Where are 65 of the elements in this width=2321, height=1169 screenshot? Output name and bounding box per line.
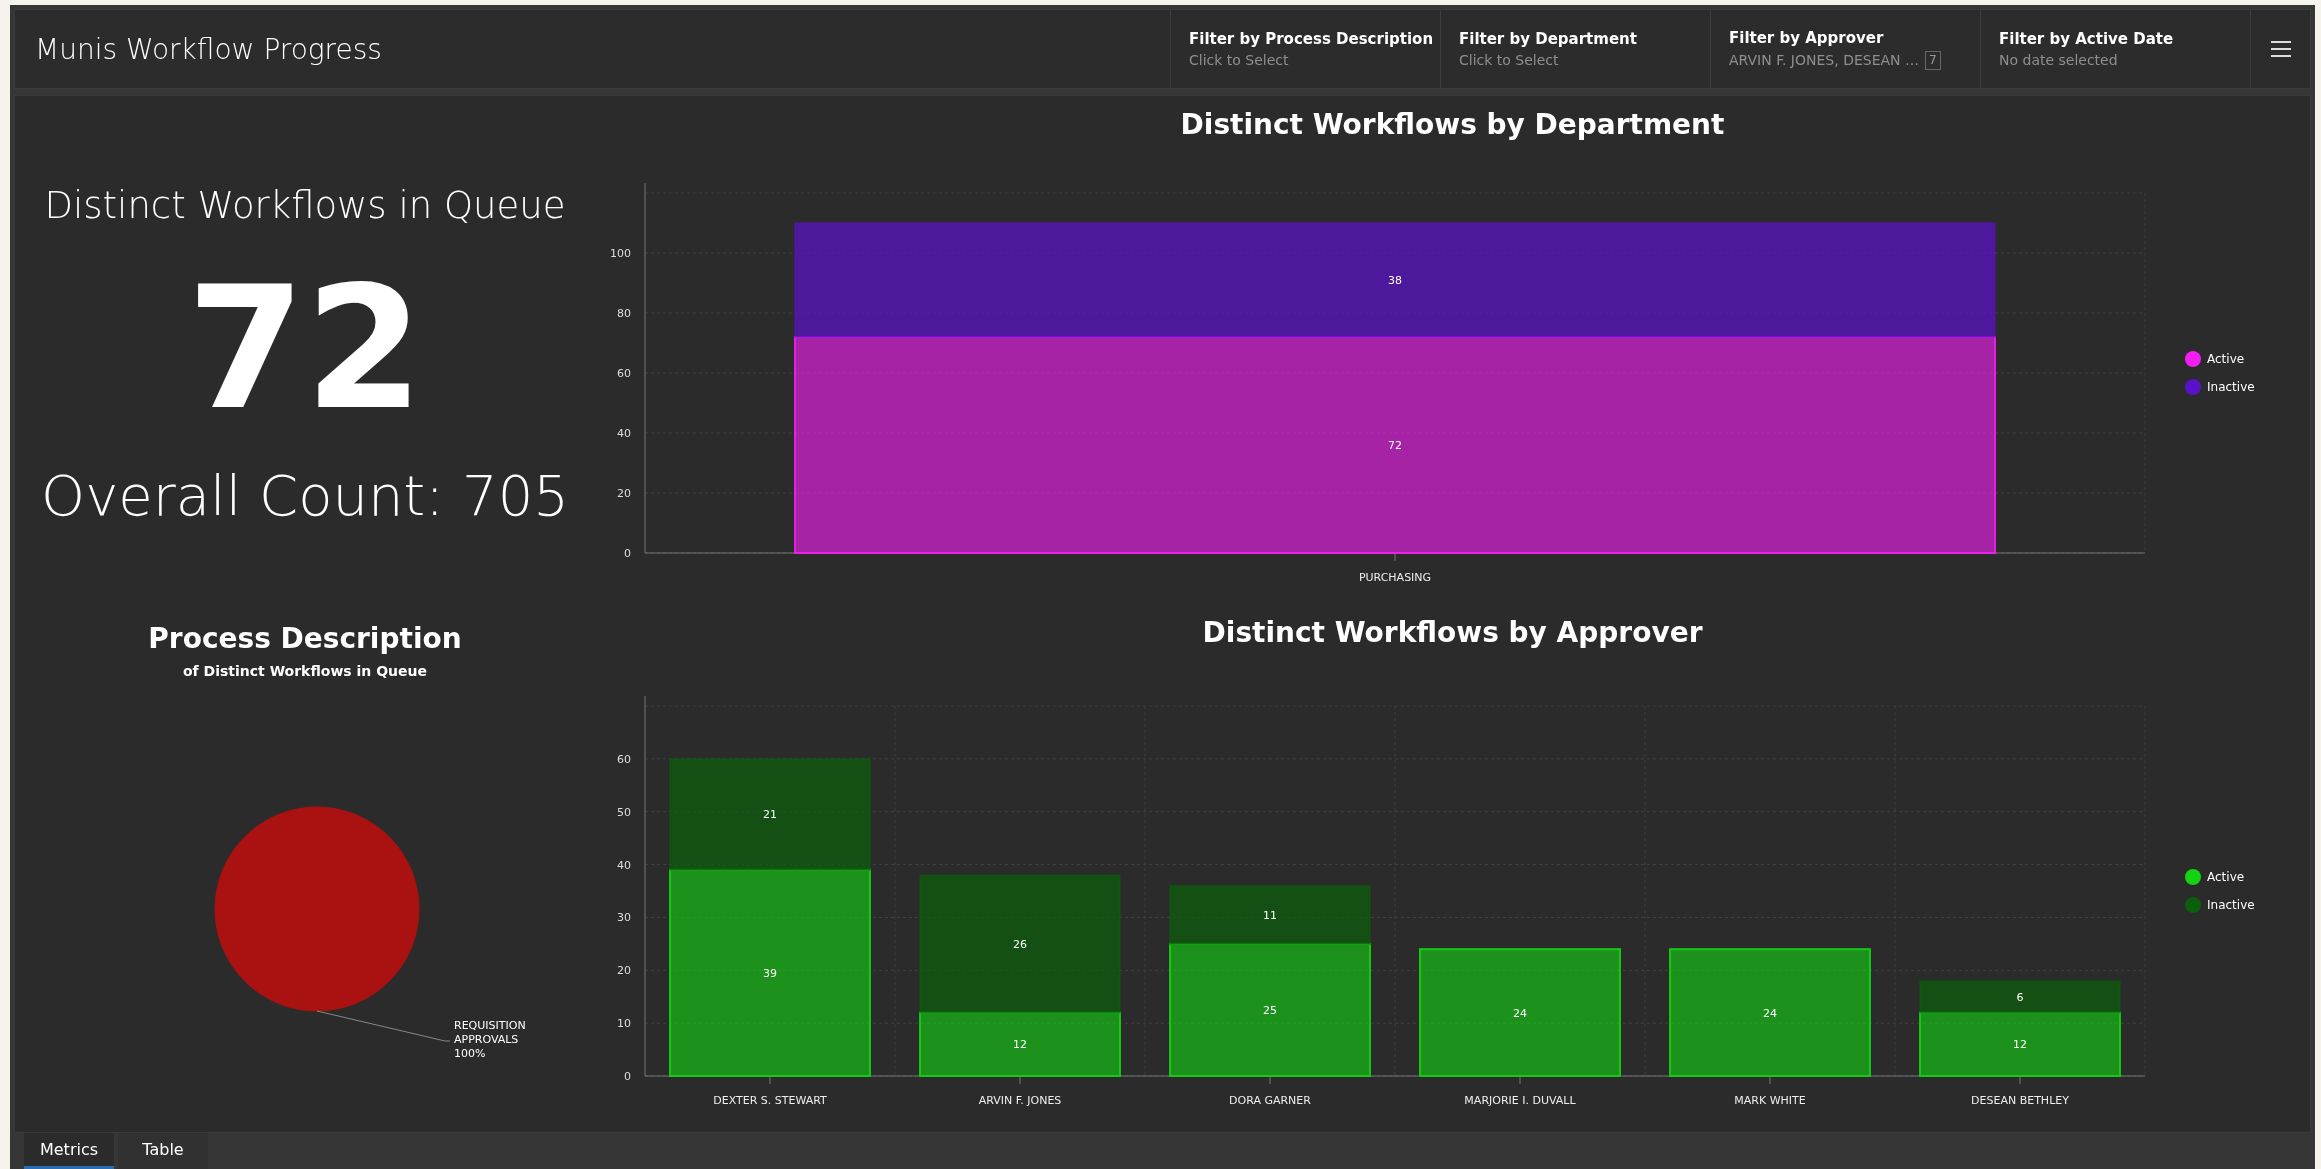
bar-segment[interactable] <box>1669 947 1871 1077</box>
slice-label: REQUISITION APPROVALS 100% <box>454 1019 526 1060</box>
data-label: 26 <box>1013 937 1027 951</box>
axis-tick-label: 60 <box>617 366 631 380</box>
axis-tick-label: 100 <box>610 246 631 260</box>
app-title: Munis Workflow Progress <box>35 32 382 66</box>
axis-tick-label: 0 <box>624 546 631 560</box>
chart-title: Process Description <box>148 622 462 655</box>
category-label: MARJORIE I. DUVALL <box>1464 1093 1576 1107</box>
chart-subtitle: of Distinct Workflows in Queue <box>182 663 427 679</box>
pie-slice[interactable] <box>214 806 420 1012</box>
data-label: 24 <box>1513 1006 1527 1020</box>
filter-label: Filter by Department <box>1459 30 1637 48</box>
legend-label: Inactive <box>2207 897 2255 912</box>
bar-segment[interactable] <box>1169 942 1371 1077</box>
metric-title: Distinct Workflows in Queue <box>44 184 566 227</box>
bar-segment[interactable] <box>669 868 871 1077</box>
axis-tick-label: 10 <box>617 1016 631 1030</box>
filter-label: Filter by Process Description <box>1189 30 1434 48</box>
data-label: 11 <box>1263 908 1277 922</box>
category-label: MARK WHITE <box>1734 1093 1806 1107</box>
axis-tick-label: 20 <box>617 963 631 977</box>
data-label: 12 <box>1013 1037 1027 1051</box>
category-label: DORA GARNER <box>1229 1093 1311 1107</box>
bar-segment[interactable] <box>1419 947 1621 1077</box>
legend-label: Active <box>2207 351 2245 366</box>
axis-tick-label: 20 <box>617 486 631 500</box>
chart-title: Distinct Workflows by Department <box>1180 108 1725 141</box>
data-label: 12 <box>2013 1037 2027 1051</box>
overall-count: Overall Count: 705 <box>41 463 569 528</box>
tab[interactable]: Table <box>118 1133 208 1169</box>
metric-value: 72 <box>186 263 424 433</box>
data-label: 39 <box>763 966 777 980</box>
filter-value: Click to Select <box>1459 52 1559 68</box>
axis-tick-label: 80 <box>617 306 631 320</box>
category-label: ARVIN F. JONES <box>978 1093 1062 1107</box>
axis-tick-label: 50 <box>617 805 631 819</box>
data-label: 21 <box>763 807 777 821</box>
axis-tick-label: 30 <box>617 910 631 924</box>
data-label: 6 <box>2016 990 2024 1004</box>
chart-title: Distinct Workflows by Approver <box>1202 616 1703 649</box>
axis-tick-label: 0 <box>624 1069 631 1083</box>
data-label: 25 <box>1263 1003 1277 1017</box>
filter-value: ARVIN F. JONES, DESEAN … <box>1729 52 1919 68</box>
data-label: 38 <box>1388 273 1402 287</box>
legend-label: Active <box>2207 869 2245 884</box>
bar-segment[interactable] <box>1919 1011 2121 1077</box>
bar-segment[interactable] <box>1169 884 1371 945</box>
category-label: DESEAN BETHLEY <box>1971 1093 2069 1107</box>
legend-label: Inactive <box>2207 379 2255 394</box>
axis-tick-label: 40 <box>617 858 631 872</box>
bar-segment[interactable] <box>919 1011 1121 1077</box>
bar-segment[interactable] <box>1919 979 2121 1014</box>
axis-tick-label: 40 <box>617 426 631 440</box>
category-label: DEXTER S. STEWART <box>713 1093 827 1107</box>
filter-label: Filter by Active Date <box>1999 30 2174 48</box>
tab[interactable]: Metrics <box>24 1133 114 1169</box>
filter-label: Filter by Approver <box>1729 28 1884 47</box>
count-badge: 7 <box>1925 50 1941 70</box>
filter-value: Click to Select <box>1189 52 1289 68</box>
data-label: 24 <box>1763 1006 1777 1020</box>
category-label: PURCHASING <box>1358 570 1432 584</box>
axis-tick-label: 60 <box>617 752 631 766</box>
data-label: 72 <box>1388 438 1402 452</box>
filter-value: No date selected <box>1999 52 2118 68</box>
